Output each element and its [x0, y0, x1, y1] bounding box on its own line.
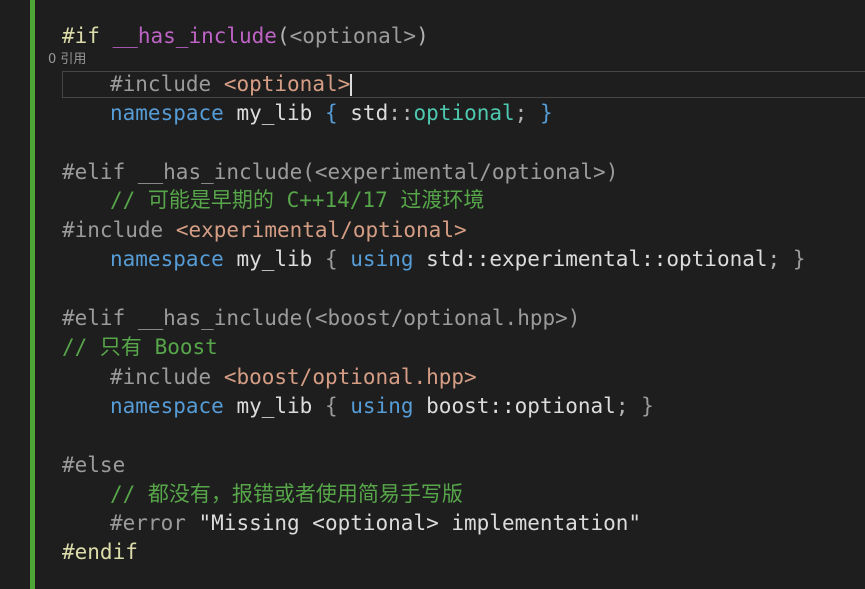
semicolon: ; [615, 394, 629, 418]
code-line-2[interactable]: #include <optional> [110, 70, 353, 99]
header-name: <experimental/optional> [314, 160, 606, 184]
header-name: <boost/optional.hpp> [314, 306, 568, 330]
code-line-12[interactable]: #include <boost/optional.hpp> [110, 363, 477, 392]
namespace-std: std [350, 101, 389, 125]
namespace-name: my_lib [236, 247, 313, 271]
error-message: "Missing <optional> implementation" [198, 511, 642, 535]
macro-has-include: __has_include [137, 306, 303, 330]
code-editor[interactable]: 0 引用 #if __has_include(<optional>) #incl… [0, 0, 865, 589]
brace-open: { [324, 247, 338, 271]
keyword-using: using [350, 247, 414, 271]
header-name: <boost/optional.hpp> [223, 365, 477, 389]
directive-include: #include [62, 218, 164, 242]
brace-close: } [641, 394, 654, 418]
keyword-namespace: namespace [110, 101, 224, 125]
code-line-1[interactable]: #if __has_include(<optional>) [62, 22, 429, 51]
brace-close: } [792, 247, 806, 271]
code-line-10[interactable]: #elif __has_include(<boost/optional.hpp>… [62, 304, 580, 333]
code-line-18[interactable]: #endif [62, 538, 138, 567]
paren-open: ( [302, 160, 315, 184]
code-line-3[interactable]: namespace my_lib { std::optional; } [110, 99, 553, 128]
directive-error: #error [110, 511, 186, 535]
code-line-17[interactable]: #error "Missing <optional> implementatio… [110, 509, 641, 538]
editor-gutter [0, 0, 30, 589]
paren-close: ) [416, 24, 429, 48]
semicolon: ; [767, 247, 781, 271]
header-name: <optional> [289, 24, 417, 48]
code-line-5[interactable]: #elif __has_include(<experimental/option… [62, 158, 618, 187]
paren-close: ) [567, 306, 581, 330]
namespace-name: my_lib [236, 101, 313, 125]
macro-has-include: __has_include [137, 160, 303, 184]
paren-open: ( [276, 24, 290, 48]
keyword-namespace: namespace [110, 247, 224, 271]
macro-has-include: __has_include [112, 24, 277, 48]
keyword-namespace: namespace [110, 394, 224, 418]
code-line-8[interactable]: namespace my_lib { using std::experiment… [110, 245, 806, 274]
header-name: <experimental/optional> [175, 218, 467, 242]
text-cursor [350, 74, 353, 96]
code-line-13[interactable]: namespace my_lib { using boost::optional… [110, 392, 654, 421]
semicolon: ; [514, 101, 528, 125]
scope-operator: :: [388, 101, 414, 125]
paren-open: ( [302, 306, 315, 330]
directive-elif: #elif [62, 306, 126, 330]
code-line-15[interactable]: #else [62, 451, 125, 480]
brace-open: { [324, 101, 338, 125]
brace-open: { [324, 394, 338, 418]
directive-elif: #elif [62, 160, 126, 184]
paren-close: ) [605, 160, 619, 184]
change-indicator-bar [30, 0, 35, 589]
namespace-name: my_lib [236, 394, 313, 418]
code-line-6[interactable]: // 可能是早期的 C++14/17 过渡环境 [110, 186, 484, 215]
brace-close: } [539, 101, 553, 125]
directive-include: #include [110, 365, 212, 389]
qualified-name: std::experimental::optional [426, 247, 768, 271]
directive-include: #include [110, 72, 212, 96]
keyword-using: using [350, 394, 414, 418]
directive-if: #if [62, 24, 100, 48]
qualified-name: boost::optional [426, 394, 616, 418]
type-optional: optional [413, 101, 515, 125]
code-line-11[interactable]: // 只有 Boost [62, 333, 218, 362]
code-line-16[interactable]: // 都没有，报错或者使用简易手写版 [110, 480, 463, 509]
header-name: <optional> [223, 72, 351, 96]
code-line-7[interactable]: #include <experimental/optional> [62, 216, 467, 245]
